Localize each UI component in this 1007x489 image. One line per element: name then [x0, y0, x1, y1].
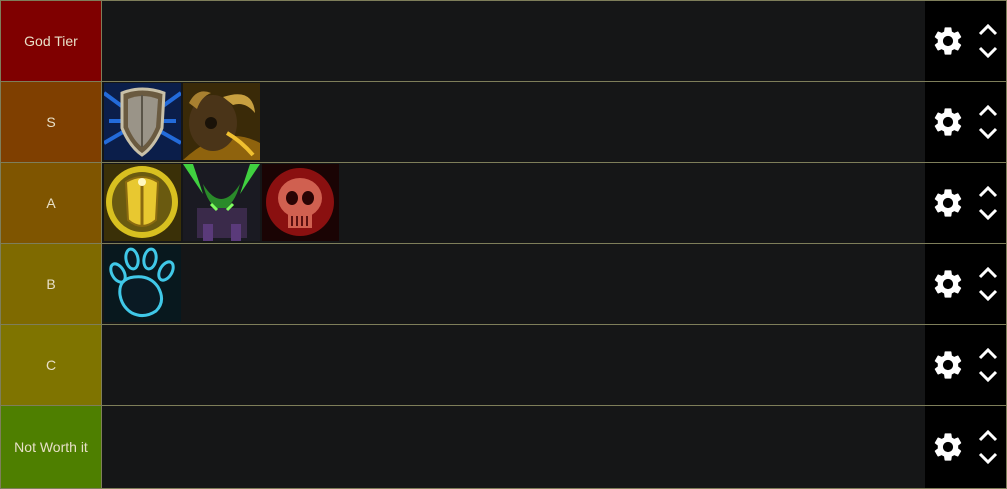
tier-row-s: S	[0, 81, 1007, 162]
chevron-down-icon[interactable]	[977, 126, 999, 140]
golden-armor-icon[interactable]	[104, 164, 181, 241]
chevron-down-icon[interactable]	[977, 288, 999, 302]
tier-row-c: C	[0, 324, 1007, 405]
chevron-up-icon[interactable]	[977, 23, 999, 37]
tier-row-a: A	[0, 162, 1007, 243]
blue-paw-icon[interactable]	[104, 245, 181, 322]
tier-items[interactable]	[102, 406, 925, 488]
gear-icon[interactable]	[931, 105, 965, 139]
tier-controls	[925, 325, 1007, 405]
tier-controls	[925, 163, 1007, 243]
tier-list: God Tier S A B C Not Worth it	[0, 0, 1007, 489]
chevron-down-icon[interactable]	[977, 369, 999, 383]
tier-row-god: God Tier	[0, 0, 1007, 81]
chevron-up-icon[interactable]	[977, 104, 999, 118]
chevron-down-icon[interactable]	[977, 207, 999, 221]
tier-items[interactable]	[102, 163, 925, 243]
tier-label[interactable]: God Tier	[0, 1, 102, 81]
tier-controls	[925, 406, 1007, 488]
bull-helm-icon[interactable]	[183, 83, 260, 160]
tier-controls	[925, 244, 1007, 324]
tier-items[interactable]	[102, 1, 925, 81]
shield-wall-icon[interactable]	[104, 83, 181, 160]
gear-icon[interactable]	[931, 186, 965, 220]
gear-icon[interactable]	[931, 430, 965, 464]
tier-controls	[925, 82, 1007, 162]
red-skull-icon[interactable]	[262, 164, 339, 241]
tier-label[interactable]: B	[0, 244, 102, 324]
gear-icon[interactable]	[931, 24, 965, 58]
tier-items[interactable]	[102, 325, 925, 405]
gear-icon[interactable]	[931, 267, 965, 301]
tier-row-not-worth-it: Not Worth it	[0, 405, 1007, 489]
tier-items[interactable]	[102, 244, 925, 324]
chevron-up-icon[interactable]	[977, 266, 999, 280]
chevron-up-icon[interactable]	[977, 185, 999, 199]
chevron-up-icon[interactable]	[977, 347, 999, 361]
tier-label[interactable]: Not Worth it	[0, 406, 102, 488]
gear-icon[interactable]	[931, 348, 965, 382]
demon-hunter-icon[interactable]	[183, 164, 260, 241]
tier-items[interactable]	[102, 82, 925, 162]
tier-label[interactable]: C	[0, 325, 102, 405]
tier-row-b: B	[0, 243, 1007, 324]
chevron-down-icon[interactable]	[977, 45, 999, 59]
tier-label[interactable]: S	[0, 82, 102, 162]
tier-label[interactable]: A	[0, 163, 102, 243]
chevron-up-icon[interactable]	[977, 429, 999, 443]
chevron-down-icon[interactable]	[977, 451, 999, 465]
tier-controls	[925, 1, 1007, 81]
